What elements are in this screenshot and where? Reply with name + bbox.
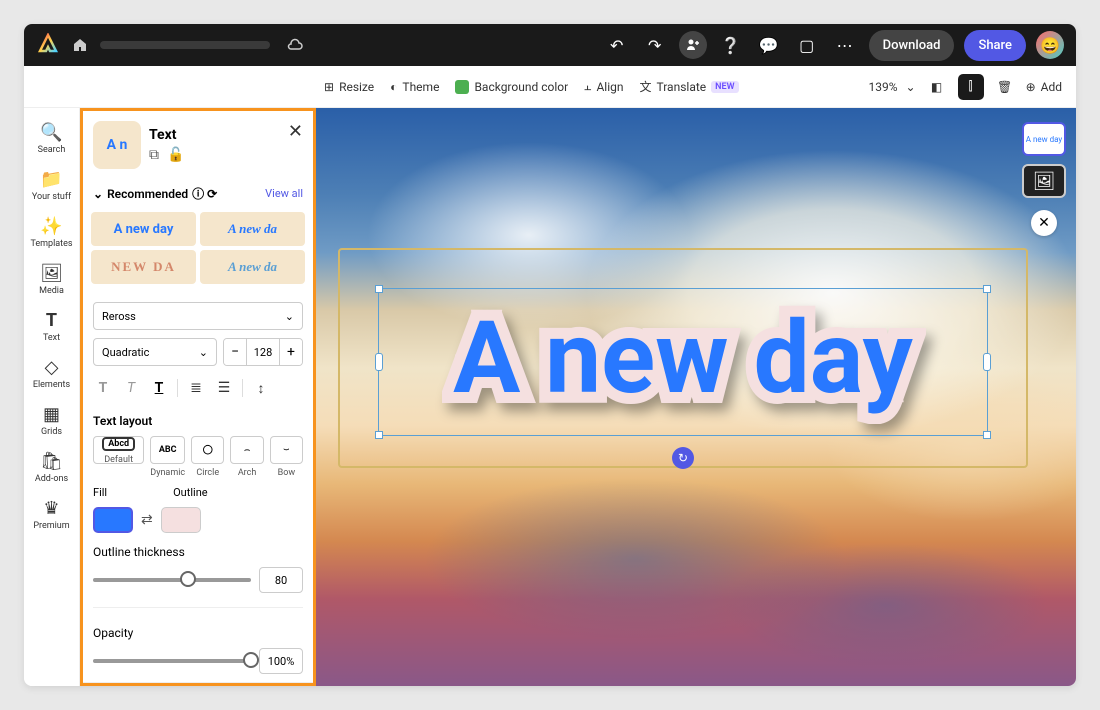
invite-icon[interactable]: [679, 31, 707, 59]
font-select[interactable]: Reross⌄: [93, 302, 303, 330]
layout-dynamic[interactable]: ABCDynamic: [150, 436, 185, 478]
close-thumbs-icon[interactable]: ✕: [1031, 210, 1057, 236]
left-rail: 🔍Search 📁Your stuff ✨Templates 🖼Media TT…: [24, 108, 80, 686]
rail-templates[interactable]: ✨Templates: [24, 210, 79, 255]
handle-mr[interactable]: [983, 353, 991, 371]
rail-yourstuff[interactable]: 📁Your stuff: [24, 163, 79, 208]
handle-ml[interactable]: [375, 353, 383, 371]
rail-addons[interactable]: 🛍Add-ons: [24, 445, 79, 490]
fill-label: Fill: [93, 486, 107, 499]
weight-select[interactable]: Quadratic⌄: [93, 338, 217, 366]
style-swatch-3[interactable]: NEW DA: [91, 250, 196, 284]
panel-thumbnail: A n: [93, 121, 141, 169]
topbar: ↶ ↷ ❔ 💬 ▢ ⋯ Download Share 😄: [24, 24, 1076, 66]
lock-icon[interactable]: 🔓: [167, 147, 184, 163]
comment-icon[interactable]: 💬: [755, 31, 783, 59]
toggle-1[interactable]: ◧: [924, 74, 950, 100]
home-icon[interactable]: [70, 35, 90, 55]
redo-icon[interactable]: ↷: [641, 31, 669, 59]
style-swatch-1[interactable]: A new day: [91, 212, 196, 246]
handle-br[interactable]: [983, 431, 991, 439]
align-icon[interactable]: ≣: [186, 378, 206, 398]
panel-title: Text: [149, 127, 184, 143]
rail-premium[interactable]: ♛Premium: [24, 492, 79, 537]
fill-swatch[interactable]: [93, 507, 133, 533]
layout-circle[interactable]: ◯Circle: [191, 436, 224, 478]
handle-bl[interactable]: [375, 431, 383, 439]
size-increase[interactable]: +: [280, 339, 302, 365]
outline-swatch[interactable]: [161, 507, 201, 533]
opacity-label: Opacity: [93, 626, 303, 640]
toolbar: ⊞Resize ◐Theme Background color ⫠Align 文…: [24, 66, 1076, 108]
opacity-value[interactable]: 100%: [259, 648, 303, 674]
undo-icon[interactable]: ↶: [603, 31, 631, 59]
app-logo[interactable]: [36, 33, 60, 57]
rail-elements[interactable]: ◇Elements: [24, 351, 79, 396]
style-swatch-4[interactable]: A new da: [200, 250, 305, 284]
delete-icon[interactable]: 🗑: [992, 74, 1018, 100]
swap-icon[interactable]: ⇄: [141, 512, 153, 528]
page-thumb-1[interactable]: A new day: [1022, 122, 1066, 156]
rotate-icon[interactable]: ↻: [672, 447, 694, 469]
thickness-label: Outline thickness: [93, 545, 303, 559]
zoom-chevron-icon[interactable]: ⌄: [906, 80, 916, 94]
page-thumb-2[interactable]: 🖼: [1022, 164, 1066, 198]
underline-icon[interactable]: T: [149, 378, 169, 398]
size-value[interactable]: 128: [246, 339, 280, 365]
layout-default[interactable]: AbcdDefault: [93, 436, 144, 464]
panel-footer: Powered by Adobe Fonts: [83, 682, 313, 686]
thickness-value[interactable]: 80: [259, 567, 303, 593]
list-icon[interactable]: ☰: [214, 378, 234, 398]
toggle-2[interactable]: ⫿: [958, 74, 984, 100]
thickness-slider[interactable]: [93, 578, 251, 582]
rail-text[interactable]: TText: [24, 304, 79, 349]
zoom-level[interactable]: 139%: [868, 80, 897, 94]
canvas[interactable]: A new day ↻ A new day 🖼 ✕: [316, 108, 1076, 686]
translate-button[interactable]: 文TranslateNEW: [639, 78, 738, 95]
layout-bow[interactable]: ⌣Bow: [270, 436, 303, 478]
resize-button[interactable]: ⊞Resize: [324, 80, 374, 94]
italic-icon[interactable]: T: [121, 378, 141, 398]
handle-tl[interactable]: [375, 285, 383, 293]
rail-search[interactable]: 🔍Search: [24, 116, 79, 161]
present-icon[interactable]: ▢: [793, 31, 821, 59]
align-button[interactable]: ⫠Align: [584, 79, 623, 94]
text-panel: A n Text ⧉ 🔓 ✕ ⌄ Recommended ⓘ ⟳ View all…: [80, 108, 316, 686]
bold-icon[interactable]: T: [93, 378, 113, 398]
more-icon[interactable]: ⋯: [831, 31, 859, 59]
add-button[interactable]: ⊕Add: [1026, 80, 1062, 94]
handle-tr[interactable]: [983, 285, 991, 293]
rail-grids[interactable]: ▦Grids: [24, 398, 79, 443]
rail-media[interactable]: 🖼Media: [24, 257, 79, 302]
style-swatch-2[interactable]: A new da: [200, 212, 305, 246]
document-title[interactable]: [100, 41, 270, 49]
layout-label: Text layout: [93, 414, 303, 428]
bgcolor-button[interactable]: Background color: [455, 80, 568, 94]
duplicate-icon[interactable]: ⧉: [149, 147, 159, 163]
cloud-icon: [286, 36, 304, 54]
layout-arch[interactable]: ⌢Arch: [230, 436, 263, 478]
size-decrease[interactable]: −: [224, 339, 246, 365]
user-avatar[interactable]: 😄: [1036, 31, 1064, 59]
opacity-slider[interactable]: [93, 659, 251, 663]
help-icon[interactable]: ❔: [717, 31, 745, 59]
selection-box[interactable]: ↻: [378, 288, 988, 436]
download-button[interactable]: Download: [869, 30, 955, 61]
recommended-label[interactable]: ⌄ Recommended ⓘ ⟳: [93, 185, 217, 202]
close-panel-icon[interactable]: ✕: [288, 121, 303, 142]
share-button[interactable]: Share: [964, 30, 1026, 61]
spacing-icon[interactable]: ↕: [251, 378, 271, 398]
theme-button[interactable]: ◐Theme: [390, 80, 439, 94]
viewall-link[interactable]: View all: [265, 187, 303, 200]
outline-label: Outline: [173, 486, 208, 499]
